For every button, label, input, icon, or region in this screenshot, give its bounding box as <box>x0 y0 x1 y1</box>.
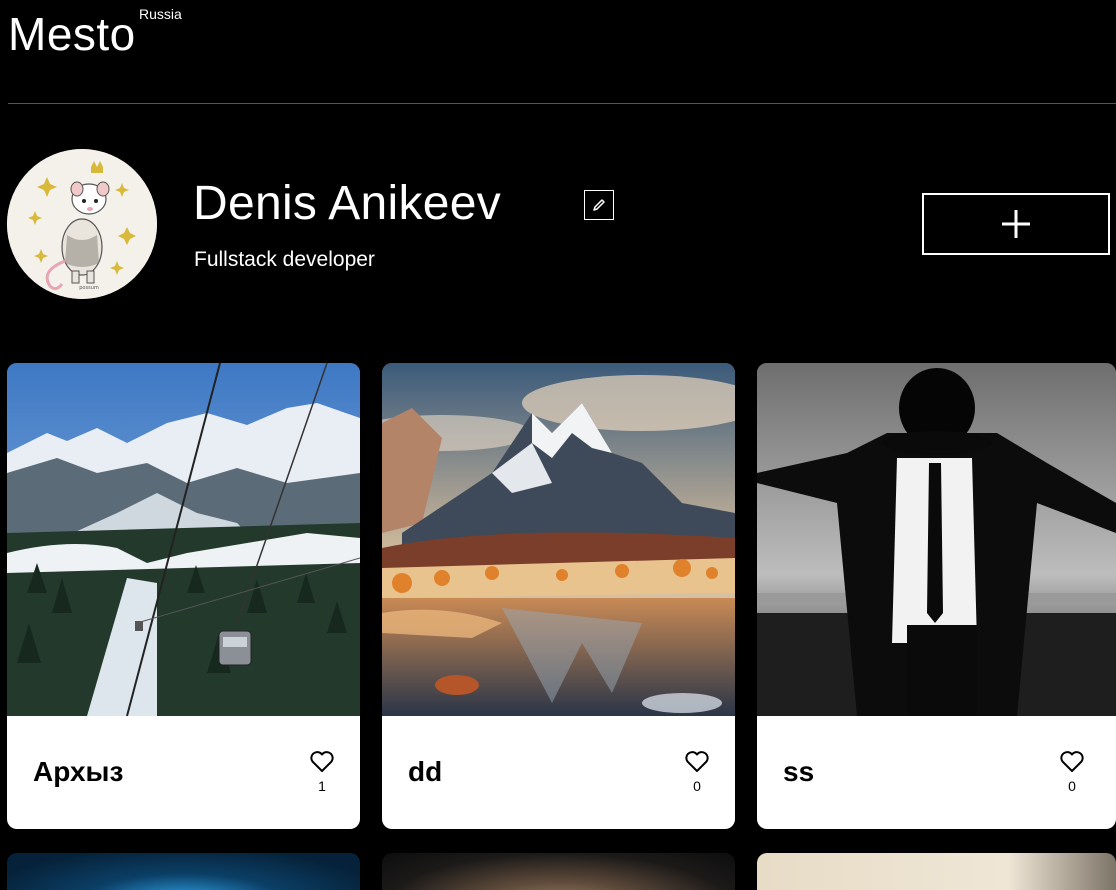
plus-icon <box>1002 210 1030 238</box>
card: dd 0 <box>382 363 735 829</box>
logo[interactable]: Mesto <box>8 8 136 60</box>
add-card-button[interactable] <box>922 193 1110 255</box>
logo-superscript: Russia <box>139 6 182 22</box>
mountain-cable-car-photo-icon <box>7 363 360 716</box>
like-count: 0 <box>1068 778 1076 794</box>
card-title: Архыз <box>33 756 124 787</box>
card-image[interactable] <box>382 363 735 716</box>
profile: possum Denis Anikeev Fullstack developer <box>0 104 1116 354</box>
card-title: ss <box>783 756 815 787</box>
profile-name: Denis Anikeev <box>193 177 502 230</box>
like-button[interactable] <box>682 749 712 775</box>
like-button[interactable] <box>307 749 337 775</box>
card-image-partial[interactable] <box>7 853 360 890</box>
svg-text:possum: possum <box>79 285 99 291</box>
avatar[interactable]: possum <box>7 149 157 299</box>
like-count: 0 <box>693 778 701 794</box>
pencil-icon <box>593 199 605 211</box>
card-image-partial[interactable] <box>757 853 1116 890</box>
card-image-partial[interactable] <box>382 853 735 890</box>
page: Mesto Russia possum Denis Anikeev Fullst… <box>0 0 1116 890</box>
opossum-avatar-icon: possum <box>7 149 157 299</box>
heart-icon <box>685 751 709 772</box>
card: Архыз 1 <box>7 363 360 829</box>
edit-profile-button[interactable] <box>584 190 614 220</box>
like-button[interactable] <box>1057 749 1087 775</box>
heart-icon <box>310 751 334 772</box>
card-title: dd <box>408 756 443 787</box>
card-image[interactable] <box>7 363 360 716</box>
card: ss 0 <box>757 363 1116 829</box>
mountain-lake-sunset-photo-icon <box>382 363 735 716</box>
like-count: 1 <box>318 778 326 794</box>
profile-job: Fullstack developer <box>194 248 375 271</box>
card-image[interactable] <box>757 363 1116 716</box>
header: Mesto Russia <box>8 0 1116 104</box>
man-in-hat-bw-photo-icon <box>757 363 1116 716</box>
heart-icon <box>1060 751 1084 772</box>
